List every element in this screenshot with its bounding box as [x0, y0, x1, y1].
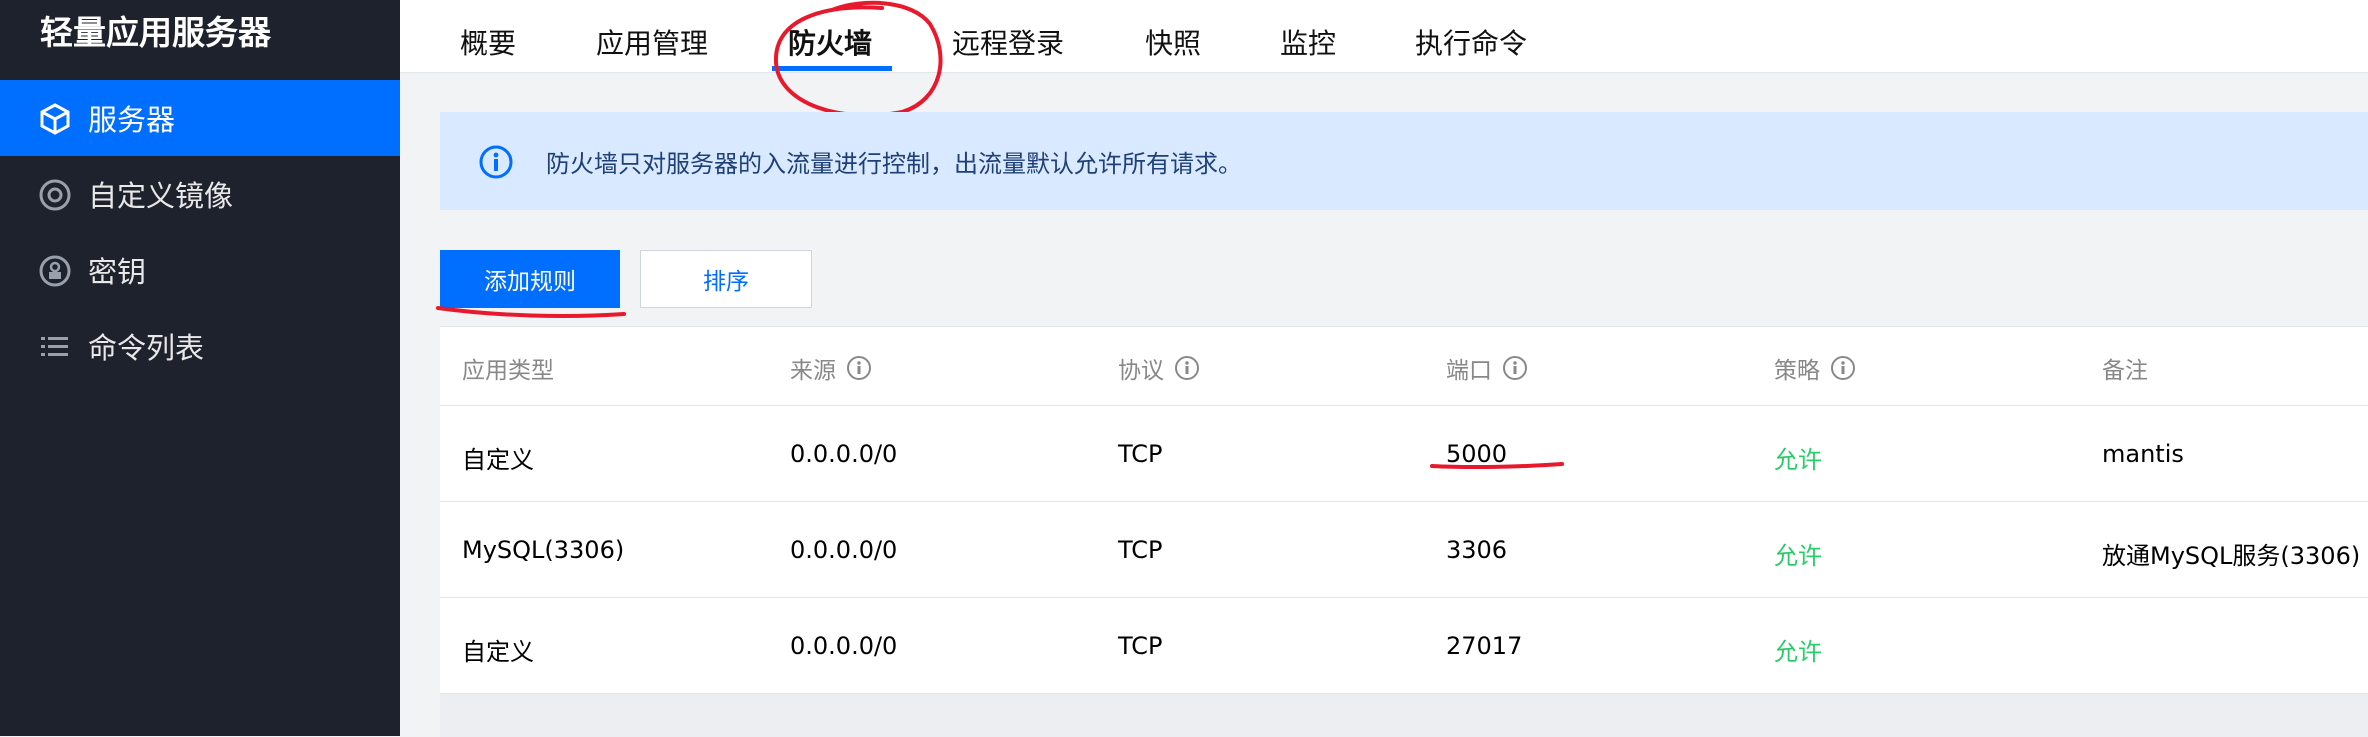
tab-snapshot[interactable]: 快照	[1145, 22, 1201, 62]
sidebar-item-keys[interactable]: 密钥	[0, 232, 400, 308]
table-row[interactable]	[440, 694, 2368, 737]
cell-note: 放通MySQL服务(3306)	[2102, 542, 2361, 570]
red-underline-annotation	[436, 306, 626, 318]
column-header-label: 策略	[1774, 358, 1820, 384]
table-row[interactable]: MySQL(3306) 0.0.0.0/0 TCP 3306 允许 放通MySQ…	[440, 502, 2368, 598]
add-rule-button[interactable]: 添加规则	[440, 250, 620, 308]
tab-bar: 概要 应用管理 防火墙 远程登录 快照 监控 执行命令	[400, 0, 2368, 73]
column-header-label: 协议	[1118, 358, 1164, 384]
column-header-label: 应用类型	[462, 358, 554, 384]
sidebar-item-command-list[interactable]: 命令列表	[0, 308, 400, 384]
cube-icon	[40, 103, 70, 135]
cell-port: 3306	[1446, 536, 1508, 564]
table-row[interactable]: 自定义 0.0.0.0/0 TCP 27017 允许	[440, 598, 2368, 694]
cell-policy: 允许	[1774, 638, 1822, 666]
disc-icon	[39, 179, 71, 211]
table-row[interactable]: 自定义 0.0.0.0/0 TCP 5000 允许 mantis	[440, 406, 2368, 502]
tab-app-management[interactable]: 应用管理	[596, 22, 708, 62]
table-header: 应用类型 来源 协议 端口 策略 备注	[440, 327, 2368, 406]
tab-execute-command[interactable]: 执行命令	[1415, 22, 1527, 62]
cell-type: MySQL(3306)	[462, 536, 625, 564]
cell-port: 27017	[1446, 632, 1523, 660]
info-notice: 防火墙只对服务器的入流量进行控制，出流量默认允许所有请求。	[440, 112, 2368, 210]
cell-source: 0.0.0.0/0	[790, 536, 898, 564]
column-header: 应用类型	[462, 351, 554, 385]
sidebar-item-label: 服务器	[88, 103, 176, 137]
column-header-label: 端口	[1446, 358, 1492, 384]
info-icon[interactable]	[1830, 355, 1856, 381]
tab-remote-login[interactable]: 远程登录	[952, 22, 1064, 62]
main-content: 概要 应用管理 防火墙 远程登录 快照 监控 执行命令 防火墙只对服务器的入流量…	[400, 0, 2368, 737]
column-header-label: 来源	[790, 358, 836, 384]
sidebar-item-label: 自定义镜像	[88, 179, 234, 213]
firewall-rules-table: 应用类型 来源 协议 端口 策略 备注 自定义 0.0.0.0/0 TCP 50…	[440, 326, 2368, 737]
cell-protocol: TCP	[1118, 632, 1163, 660]
tab-overview[interactable]: 概要	[460, 22, 516, 62]
column-header: 备注	[2102, 351, 2148, 385]
cell-policy: 允许	[1774, 542, 1822, 570]
info-icon[interactable]	[1174, 355, 1200, 381]
cell-protocol: TCP	[1118, 440, 1163, 468]
column-header: 来源	[790, 351, 872, 385]
column-header: 端口	[1446, 351, 1528, 385]
cell-protocol: TCP	[1118, 536, 1163, 564]
red-circle-annotation	[773, 0, 943, 118]
info-icon	[479, 145, 513, 179]
cell-type: 自定义	[462, 446, 534, 474]
sort-button[interactable]: 排序	[640, 250, 812, 308]
notice-text: 防火墙只对服务器的入流量进行控制，出流量默认允许所有请求。	[546, 150, 1242, 178]
sidebar: 轻量应用服务器 服务器 自定义镜像 密钥 命令列表	[0, 0, 400, 736]
red-underline-annotation	[1430, 462, 1564, 470]
tab-monitoring[interactable]: 监控	[1280, 22, 1336, 62]
cell-policy: 允许	[1774, 446, 1822, 474]
sidebar-item-servers[interactable]: 服务器	[0, 80, 400, 156]
cell-source: 0.0.0.0/0	[790, 440, 898, 468]
sidebar-item-label: 命令列表	[88, 331, 205, 365]
app-title: 轻量应用服务器	[40, 13, 271, 52]
column-header-label: 备注	[2102, 358, 2148, 384]
cell-source: 0.0.0.0/0	[790, 632, 898, 660]
sidebar-item-label: 密钥	[88, 255, 147, 289]
column-header: 策略	[1774, 351, 1856, 385]
info-icon[interactable]	[1502, 355, 1528, 381]
sidebar-item-custom-images[interactable]: 自定义镜像	[0, 156, 400, 232]
cell-note: mantis	[2102, 440, 2184, 468]
list-icon	[41, 337, 68, 356]
info-icon[interactable]	[846, 355, 872, 381]
cell-type: 自定义	[462, 638, 534, 666]
key-icon	[39, 255, 71, 287]
column-header: 协议	[1118, 351, 1200, 385]
